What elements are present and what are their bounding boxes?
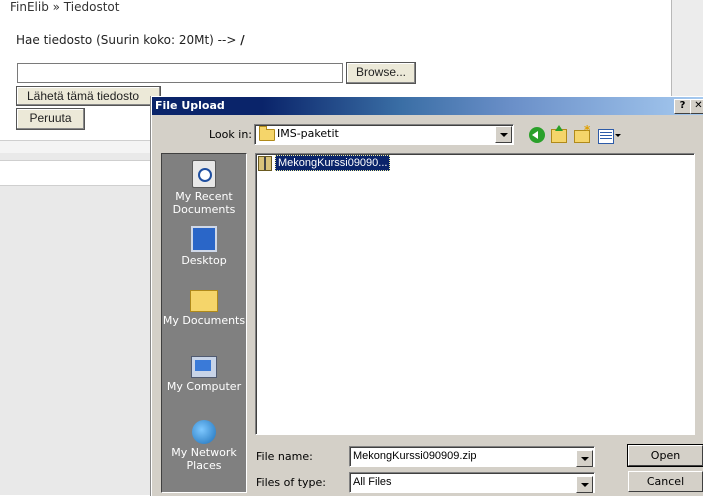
place-label: My Computer <box>166 380 242 393</box>
place-desktop[interactable]: Desktop <box>162 226 246 267</box>
breadcrumb: FinElib » Tiedostot <box>10 0 120 14</box>
file-name-chevron-down-icon[interactable] <box>576 450 593 467</box>
close-button[interactable]: ✕ <box>690 99 703 114</box>
recent-documents-icon <box>192 160 216 188</box>
file-type-dropdown[interactable]: All Files <box>349 472 595 493</box>
file-type-chevron-down-icon[interactable] <box>576 476 593 493</box>
new-folder-icon[interactable] <box>574 123 590 143</box>
views-chevron-down-icon[interactable] <box>615 134 621 137</box>
open-button[interactable]: Open <box>627 444 703 467</box>
file-name-input[interactable]: MekongKurssi090909.zip <box>349 446 595 467</box>
send-file-button[interactable]: Lähetä tämä tiedosto <box>16 86 161 106</box>
file-list[interactable]: MekongKurssi09090... <box>255 153 695 435</box>
views-menu-icon[interactable] <box>598 129 614 144</box>
file-upload-dialog: File Upload ? ✕ Look in: IMS-paketit My … <box>151 96 703 496</box>
place-label: Desktop <box>181 254 227 267</box>
place-label: My Network <box>171 446 237 459</box>
file-type-label: Files of type: <box>256 476 327 489</box>
zip-file-icon <box>258 155 272 171</box>
cancel-button[interactable]: Cancel <box>628 471 703 492</box>
place-my-network-places[interactable]: My Network Places <box>162 420 246 472</box>
desktop-icon <box>191 226 217 252</box>
place-label: My Recent <box>175 190 233 203</box>
back-icon[interactable] <box>529 127 545 143</box>
file-item-name: MekongKurssi09090... <box>275 155 391 171</box>
dialog-title: File Upload <box>155 99 225 112</box>
file-name-label: File name: <box>256 450 313 463</box>
list-item[interactable]: MekongKurssi09090... <box>258 155 391 171</box>
my-documents-icon <box>190 290 218 312</box>
places-bar: My Recent Documents Desktop My Documents… <box>161 153 247 493</box>
place-my-computer[interactable]: My Computer <box>162 352 246 393</box>
place-label: My Documents <box>162 314 246 327</box>
place-my-documents[interactable]: My Documents <box>162 284 246 327</box>
look-in-value: IMS-paketit <box>277 127 339 140</box>
folder-icon <box>259 126 275 141</box>
look-in-label: Look in: <box>209 128 252 141</box>
page-cancel-button[interactable]: Peruuta <box>16 108 85 130</box>
look-in-dropdown[interactable]: IMS-paketit <box>254 124 514 145</box>
browse-button[interactable]: Browse... <box>346 62 416 84</box>
file-path-input[interactable] <box>17 63 343 83</box>
upload-prompt-text: Hae tiedosto (Suurin koko: 20Mt) --> <box>16 33 237 47</box>
file-name-value: MekongKurssi090909.zip <box>353 450 477 462</box>
network-places-icon <box>192 420 216 444</box>
place-my-recent-documents[interactable]: My Recent Documents <box>162 160 246 216</box>
place-label-line2: Places <box>186 459 222 472</box>
place-label-line2: Documents <box>172 203 236 216</box>
up-folder-icon[interactable] <box>551 125 567 143</box>
dialog-titlebar[interactable]: File Upload ? ✕ <box>152 97 703 115</box>
file-type-value: All Files <box>353 476 392 488</box>
help-button[interactable]: ? <box>674 99 691 114</box>
upload-prompt: Hae tiedosto (Suurin koko: 20Mt) --> / <box>16 33 245 47</box>
upload-prompt-slash: / <box>240 33 245 47</box>
chevron-down-icon[interactable] <box>495 126 512 143</box>
my-computer-icon <box>191 356 217 378</box>
